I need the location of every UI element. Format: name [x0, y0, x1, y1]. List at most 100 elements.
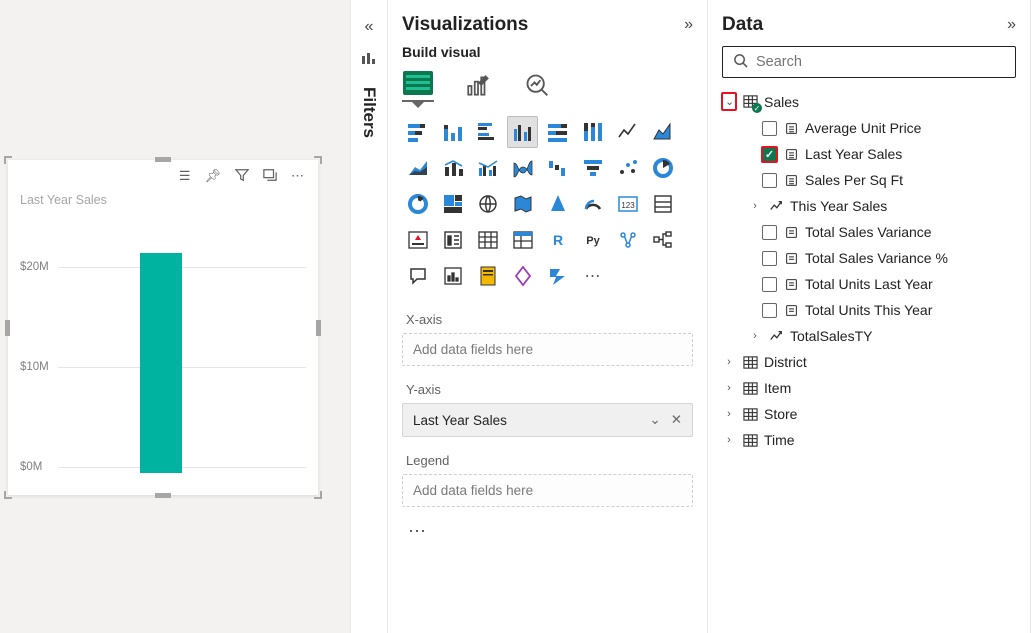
expand-left-icon[interactable]: « — [365, 18, 374, 36]
focus-mode-icon[interactable] — [263, 168, 277, 185]
tree-field[interactable]: Total Units Last Year — [722, 271, 1016, 297]
tree-table[interactable]: › District — [722, 349, 1016, 375]
viz-kpi-icon[interactable] — [402, 224, 433, 256]
viz-stacked-area-icon[interactable] — [402, 152, 433, 184]
chevron-right-icon[interactable]: › — [722, 382, 736, 394]
viz-decomposition-tree-icon[interactable] — [647, 224, 678, 256]
viz-python-visual-icon[interactable]: Py — [577, 224, 608, 256]
viz-map-icon[interactable] — [472, 188, 503, 220]
viz-power-automate-icon[interactable] — [542, 260, 573, 292]
yaxis-field-well[interactable]: Last Year Sales ⌄ ✕ — [402, 403, 693, 437]
resize-handle-top-right[interactable] — [314, 156, 322, 164]
viz-donut-icon[interactable] — [402, 188, 433, 220]
tree-table[interactable]: › Item — [722, 375, 1016, 401]
resize-handle-top-left[interactable] — [4, 156, 12, 164]
chevron-right-icon[interactable]: › — [748, 200, 762, 212]
chart-bar[interactable] — [140, 253, 182, 473]
viz-matrix-icon[interactable] — [507, 224, 538, 256]
resize-handle-left[interactable] — [5, 320, 10, 336]
viz-line-stacked-column-icon[interactable] — [437, 152, 468, 184]
viz-azure-map-icon[interactable] — [542, 188, 573, 220]
tree-field[interactable]: › TotalSalesTY — [722, 323, 1016, 349]
viz-table-icon[interactable] — [472, 224, 503, 256]
viz-funnel-icon[interactable] — [577, 152, 608, 184]
viz-pie-icon[interactable] — [647, 152, 678, 184]
filters-pane-collapsed[interactable]: « Filters — [350, 0, 388, 633]
viz-clustered-column-icon[interactable] — [507, 116, 538, 148]
field-checkbox[interactable] — [762, 277, 777, 292]
viz-ribbon-icon[interactable] — [507, 152, 538, 184]
tab-format-visual[interactable] — [462, 70, 494, 102]
chevron-right-icon[interactable]: › — [748, 330, 762, 342]
tree-field[interactable]: Total Units This Year — [722, 297, 1016, 323]
xaxis-field-well[interactable]: Add data fields here — [402, 333, 693, 366]
field-checkbox[interactable] — [762, 251, 777, 266]
collapse-pane-icon[interactable]: » — [1007, 16, 1016, 34]
viz-card-icon[interactable]: 123 — [612, 188, 643, 220]
viz-gauge-icon[interactable] — [577, 188, 608, 220]
resize-handle-top[interactable] — [155, 157, 171, 162]
resize-handle-bottom[interactable] — [155, 493, 171, 498]
tab-build-visual[interactable] — [402, 70, 434, 102]
viz-more-icon[interactable]: ⋯ — [577, 260, 608, 292]
viz-100-stacked-column-icon[interactable] — [577, 116, 608, 148]
viz-r-visual-icon[interactable]: R — [542, 224, 573, 256]
chevron-right-icon[interactable]: › — [722, 356, 736, 368]
viz-line-clustered-column-icon[interactable] — [472, 152, 503, 184]
chevron-down-icon[interactable]: ⌄ — [649, 412, 660, 428]
field-checkbox[interactable] — [762, 303, 777, 318]
tree-field[interactable]: Total Sales Variance % — [722, 245, 1016, 271]
viz-treemap-icon[interactable] — [437, 188, 468, 220]
more-wells-icon[interactable]: ⋯ — [402, 517, 693, 546]
filters-mini-icon[interactable] — [361, 50, 377, 69]
tree-table[interactable]: › Time — [722, 427, 1016, 453]
viz-area-icon[interactable] — [647, 116, 678, 148]
viz-key-influencers-icon[interactable] — [612, 224, 643, 256]
viz-paginated-report-icon[interactable] — [472, 260, 503, 292]
drag-icon[interactable]: ☰ — [179, 168, 191, 185]
search-input[interactable] — [722, 46, 1016, 78]
tree-field[interactable]: › This Year Sales — [722, 193, 1016, 219]
viz-stacked-column-icon[interactable] — [437, 116, 468, 148]
viz-power-apps-icon[interactable] — [507, 260, 538, 292]
chevron-down-icon[interactable]: ⌄ — [722, 93, 736, 110]
field-checkbox[interactable] — [762, 173, 777, 188]
resize-handle-bottom-right[interactable] — [314, 491, 322, 499]
viz-line-icon[interactable] — [612, 116, 643, 148]
viz-waterfall-icon[interactable] — [542, 152, 573, 184]
tree-field[interactable]: Sales Per Sq Ft — [722, 167, 1016, 193]
collapse-pane-icon[interactable]: » — [684, 16, 693, 34]
field-checkbox[interactable] — [762, 147, 777, 162]
measure-icon — [783, 252, 799, 265]
viz-scatter-icon[interactable] — [612, 152, 643, 184]
chevron-right-icon[interactable]: › — [722, 408, 736, 420]
field-checkbox[interactable] — [762, 225, 777, 240]
tree-field[interactable]: Total Sales Variance — [722, 219, 1016, 245]
viz-multirow-card-icon[interactable] — [647, 188, 678, 220]
tree-table[interactable]: › Store — [722, 401, 1016, 427]
viz-slicer-icon[interactable] — [437, 224, 468, 256]
tab-analytics[interactable] — [522, 70, 554, 102]
viz-qa-icon[interactable] — [402, 260, 433, 292]
viz-stacked-bar-icon[interactable] — [402, 116, 433, 148]
tree-table-sales[interactable]: ⌄ Sales — [722, 88, 1016, 115]
report-canvas[interactable]: ☰ 📌︎ ⋯ Last Year Sales $20M $10M $0M — [0, 0, 350, 633]
viz-clustered-bar-icon[interactable] — [472, 116, 503, 148]
search-field[interactable] — [756, 54, 1005, 70]
visual-title: Last Year Sales — [8, 189, 318, 213]
tree-field-last-year-sales[interactable]: Last Year Sales — [722, 141, 1016, 167]
pin-icon[interactable]: 📌︎ — [204, 168, 221, 185]
viz-smart-narrative-icon[interactable] — [437, 260, 468, 292]
tree-field[interactable]: Average Unit Price — [722, 115, 1016, 141]
legend-field-well[interactable]: Add data fields here — [402, 474, 693, 507]
resize-handle-bottom-left[interactable] — [4, 491, 12, 499]
filter-icon[interactable] — [235, 168, 249, 185]
more-icon[interactable]: ⋯ — [291, 168, 304, 185]
visual-container[interactable]: ☰ 📌︎ ⋯ Last Year Sales $20M $10M $0M — [8, 160, 318, 495]
viz-filled-map-icon[interactable] — [507, 188, 538, 220]
field-checkbox[interactable] — [762, 121, 777, 136]
chevron-right-icon[interactable]: › — [722, 434, 736, 446]
viz-100-stacked-bar-icon[interactable] — [542, 116, 573, 148]
resize-handle-right[interactable] — [316, 320, 321, 336]
remove-field-icon[interactable]: ✕ — [671, 412, 682, 428]
